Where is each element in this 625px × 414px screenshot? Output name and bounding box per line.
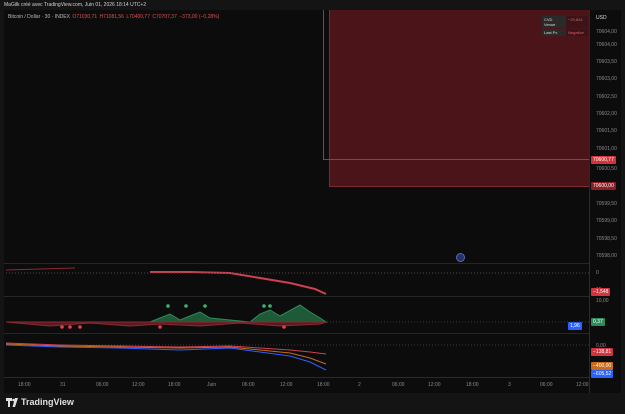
signal-dot bbox=[166, 304, 170, 308]
time-tick: 3 bbox=[508, 382, 511, 388]
signal-dot bbox=[60, 325, 64, 329]
red-area bbox=[5, 321, 327, 327]
price-line bbox=[5, 267, 76, 271]
signal-dot bbox=[282, 325, 286, 329]
signal-dot bbox=[78, 325, 82, 329]
indicator3 bbox=[5, 342, 589, 371]
price-line bbox=[150, 271, 327, 295]
price-candles bbox=[5, 267, 589, 295]
time-tick: 12:00 bbox=[428, 382, 441, 388]
time-tick: 12:00 bbox=[280, 382, 293, 388]
time-tick: 06:00 bbox=[540, 382, 553, 388]
time-axis[interactable]: 18:00 31 06:00 12:00 18:00 Juin 06:00 12… bbox=[4, 377, 589, 394]
candles-pane bbox=[5, 267, 589, 371]
time-tick: 12:00 bbox=[132, 382, 145, 388]
time-tick: 31 bbox=[60, 382, 66, 388]
green-area bbox=[149, 304, 328, 323]
time-tick: 06:00 bbox=[392, 382, 405, 388]
time-tick: 18:00 bbox=[317, 382, 330, 388]
brand-name: TradingView bbox=[21, 397, 74, 407]
indicator2 bbox=[5, 304, 589, 329]
signal-dot bbox=[184, 304, 188, 308]
signal-dot bbox=[158, 325, 162, 329]
signal-dot bbox=[203, 304, 207, 308]
time-tick: 18:00 bbox=[18, 382, 31, 388]
signal-dot bbox=[262, 304, 266, 308]
time-tick: 06:00 bbox=[242, 382, 255, 388]
time-tick: Juin bbox=[207, 382, 217, 388]
time-tick: 18:00 bbox=[466, 382, 479, 388]
time-tick: 2 bbox=[358, 382, 361, 388]
time-tick: 18:00 bbox=[168, 382, 181, 388]
signal-dot bbox=[68, 325, 72, 329]
brand-footer[interactable]: TradingView bbox=[6, 397, 74, 407]
time-tick: 06:00 bbox=[96, 382, 109, 388]
tradingview-logo-icon bbox=[6, 397, 18, 407]
event-marker-icon[interactable] bbox=[456, 253, 465, 262]
time-tick: 12:00 bbox=[576, 382, 589, 388]
signal-dot bbox=[268, 304, 272, 308]
